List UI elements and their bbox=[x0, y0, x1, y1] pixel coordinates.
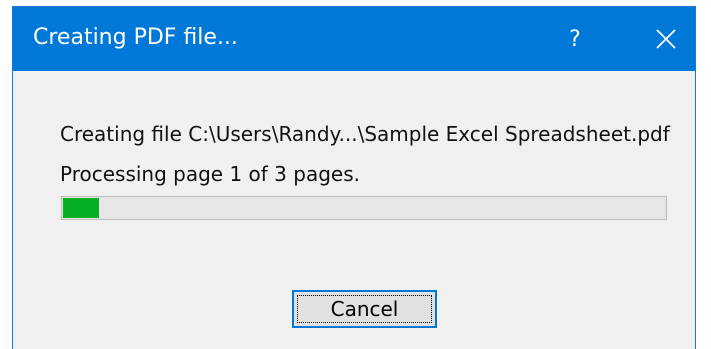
help-icon: ? bbox=[569, 26, 581, 52]
help-button[interactable]: ? bbox=[549, 7, 601, 71]
file-path-message: Creating file C:\Users\Randy...\Sample E… bbox=[60, 122, 670, 146]
close-icon bbox=[656, 29, 676, 49]
creating-pdf-dialog: Creating PDF file... ? Creating file C:\… bbox=[12, 6, 696, 349]
progress-status-text: Processing page 1 of 3 pages. bbox=[60, 162, 360, 186]
cancel-button-label: Cancel bbox=[330, 297, 399, 321]
window-title: Creating PDF file... bbox=[33, 25, 238, 50]
close-button[interactable] bbox=[635, 7, 695, 71]
progress-bar-fill bbox=[63, 198, 99, 218]
cancel-button[interactable]: Cancel bbox=[292, 290, 437, 328]
title-bar: Creating PDF file... ? bbox=[13, 7, 695, 71]
progress-bar bbox=[61, 196, 667, 220]
